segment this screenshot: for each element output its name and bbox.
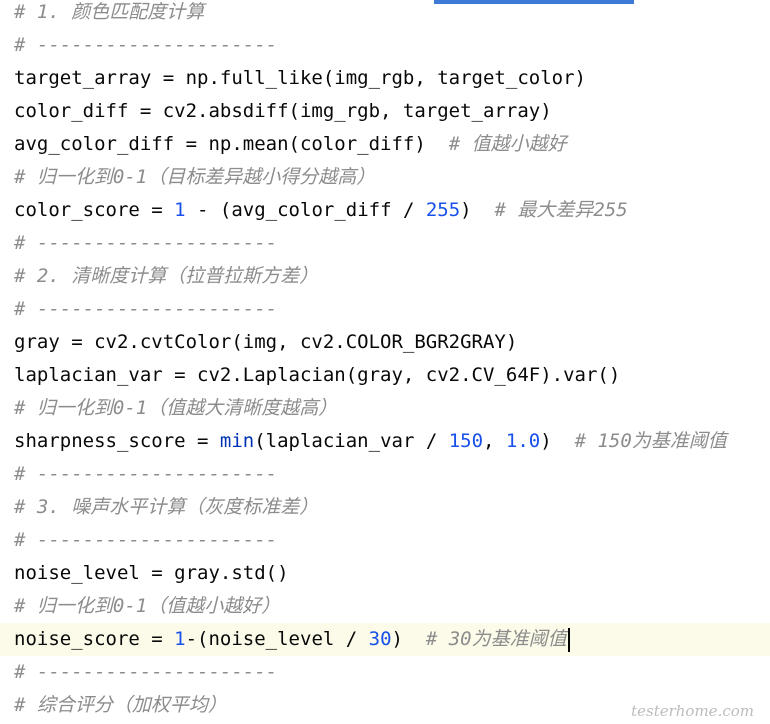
code-line: color_score = 1 - (avg_color_diff / 255)…: [14, 194, 628, 227]
code-line: # 2. 清晰度计算（拉普拉斯方差）: [14, 260, 318, 293]
code-line: # 归一化到0-1（值越小越好）: [14, 590, 280, 623]
code-comment: # 综合评分（加权平均）: [14, 694, 227, 716]
code-comment: # 归一化到0-1（值越小越好）: [14, 595, 281, 617]
code-text: color_score =: [14, 199, 175, 221]
code-comment: # ---------------------: [14, 298, 278, 320]
code-editor[interactable]: # 1. 颜色匹配度计算 # --------------------- tar…: [0, 0, 770, 724]
code-line: # ---------------------: [14, 656, 277, 689]
number-literal: 1.0: [505, 430, 541, 452]
code-comment: # 2. 清晰度计算（拉普拉斯方差）: [14, 265, 319, 287]
code-text: noise_score =: [14, 628, 175, 650]
code-text: sharpness_score =: [14, 430, 220, 452]
code-text: noise_level = gray.std(): [14, 562, 289, 584]
code-line: # 综合评分（加权平均）: [14, 689, 227, 722]
code-text: ): [391, 628, 426, 650]
text-caret: [567, 627, 570, 652]
code-comment: # 最大差异255: [494, 199, 628, 221]
code-text: (laplacian_var /: [254, 430, 449, 452]
code-line: # 归一化到0-1（目标差异越小得分越高）: [14, 161, 375, 194]
code-line: sharpness_score = min(laplacian_var / 15…: [14, 425, 727, 458]
current-code-line[interactable]: noise_score = 1-(noise_level / 30) # 30为…: [0, 623, 770, 656]
code-comment: # 150为基准阈值: [574, 430, 727, 452]
code-text: avg_color_diff = np.mean(color_diff): [14, 133, 449, 155]
code-text: target_array = np.full_like(img_rgb, tar…: [14, 67, 586, 89]
code-line: # ---------------------: [14, 458, 277, 491]
code-text: ,: [483, 430, 506, 452]
code-text: - (avg_color_diff /: [185, 199, 426, 221]
number-literal: 1: [174, 199, 186, 221]
code-text: gray = cv2.cvtColor(img, cv2.COLOR_BGR2G…: [14, 331, 518, 353]
code-comment: # ---------------------: [14, 463, 278, 485]
code-comment: # 1. 颜色匹配度计算: [14, 1, 205, 23]
code-line: # ---------------------: [14, 227, 277, 260]
code-line: color_diff = cv2.absdiff(img_rgb, target…: [14, 95, 552, 128]
code-comment: # 归一化到0-1（目标差异越小得分越高）: [14, 166, 376, 188]
builtin-function: min: [219, 430, 255, 452]
code-text: ): [460, 199, 495, 221]
code-comment: # ---------------------: [14, 529, 278, 551]
code-comment: # 30为基准阈值: [425, 628, 567, 650]
code-line: # ---------------------: [14, 524, 277, 557]
watermark: testerhome.com: [631, 702, 754, 720]
code-comment: # ---------------------: [14, 232, 278, 254]
code-comment: # 3. 噪声水平计算（灰度标准差）: [14, 496, 319, 518]
code-comment: # 值越小越好: [448, 133, 567, 155]
number-literal: 255: [425, 199, 461, 221]
code-line: avg_color_diff = np.mean(color_diff) # 值…: [14, 128, 567, 161]
code-line: # ---------------------: [14, 293, 277, 326]
code-text: laplacian_var = cv2.Laplacian(gray, cv2.…: [14, 364, 621, 386]
code-line: # 1. 颜色匹配度计算: [14, 0, 204, 29]
code-line: target_array = np.full_like(img_rgb, tar…: [14, 62, 586, 95]
code-line: # ---------------------: [14, 29, 277, 62]
code-line: # 归一化到0-1（值越大清晰度越高）: [14, 392, 337, 425]
code-comment: # ---------------------: [14, 34, 278, 56]
code-line: gray = cv2.cvtColor(img, cv2.COLOR_BGR2G…: [14, 326, 517, 359]
number-literal: 150: [448, 430, 484, 452]
code-line: # 3. 噪声水平计算（灰度标准差）: [14, 491, 318, 524]
code-text: ): [540, 430, 575, 452]
code-line: laplacian_var = cv2.Laplacian(gray, cv2.…: [14, 359, 620, 392]
code-comment: # ---------------------: [14, 661, 278, 683]
code-line: noise_level = gray.std(): [14, 557, 289, 590]
code-text: -(noise_level /: [185, 628, 369, 650]
code-text: color_diff = cv2.absdiff(img_rgb, target…: [14, 100, 552, 122]
number-literal: 30: [368, 628, 392, 650]
number-literal: 1: [174, 628, 186, 650]
code-comment: # 归一化到0-1（值越大清晰度越高）: [14, 397, 338, 419]
